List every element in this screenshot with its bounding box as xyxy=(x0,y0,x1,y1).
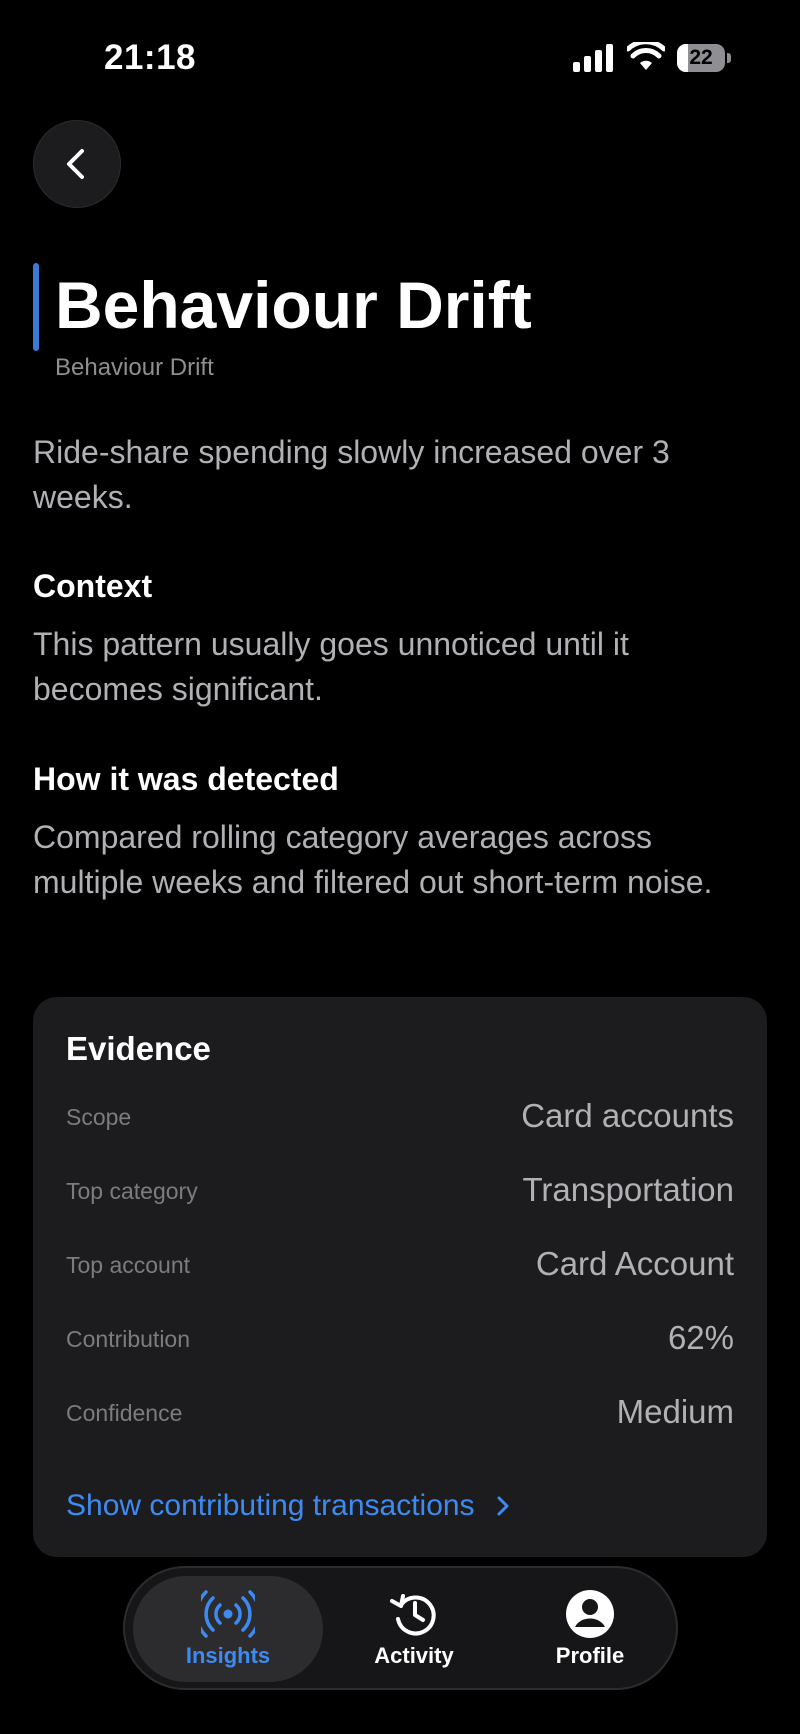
evidence-row-confidence: Confidence Medium xyxy=(66,1390,734,1440)
evidence-label: Top category xyxy=(66,1178,198,1204)
detection-body: Compared rolling category averages acros… xyxy=(33,819,713,900)
person-circle-icon xyxy=(566,1590,614,1638)
chevron-left-icon xyxy=(67,149,84,179)
page-title: Behaviour Drift xyxy=(55,268,532,342)
evidence-card: Evidence Scope Card accounts Top categor… xyxy=(33,997,767,1557)
evidence-title: Evidence xyxy=(66,1030,211,1067)
tab-label: Insights xyxy=(185,1643,271,1668)
evidence-label: Confidence xyxy=(66,1400,183,1426)
history-clock-icon xyxy=(390,1594,436,1636)
broadcast-icon xyxy=(201,1590,255,1638)
evidence-row-top-account: Top account Card Account xyxy=(66,1242,734,1292)
evidence-row-top-category: Top category Transportation xyxy=(66,1168,734,1218)
evidence-row-contribution: Contribution 62% xyxy=(66,1316,734,1366)
status-time: 21:18 xyxy=(104,38,197,77)
evidence-value: Transportation xyxy=(522,1171,734,1208)
battery-icon: 22 xyxy=(677,44,725,72)
evidence-label: Top account xyxy=(66,1252,191,1278)
page-subtitle: Behaviour Drift xyxy=(55,354,214,381)
evidence-row-scope: Scope Card accounts xyxy=(66,1094,734,1144)
battery-cap xyxy=(727,53,731,63)
evidence-value: 62% xyxy=(667,1319,734,1356)
chevron-right-icon xyxy=(497,1496,509,1516)
context-heading: Context xyxy=(33,568,153,604)
detection-heading: How it was detected xyxy=(33,761,339,797)
tab-label: Activity xyxy=(374,1643,454,1668)
cellular-signal-icon xyxy=(573,44,613,72)
evidence-label: Scope xyxy=(66,1104,132,1130)
insight-summary: Ride-share spending slowly increased ove… xyxy=(33,434,670,515)
battery-level: 22 xyxy=(689,46,713,69)
tab-insights[interactable]: Insights xyxy=(133,1576,323,1682)
context-body: This pattern usually goes unnoticed unti… xyxy=(33,626,629,707)
wifi-icon xyxy=(627,42,665,70)
evidence-value: Card Account xyxy=(535,1245,734,1282)
evidence-value: Medium xyxy=(616,1393,734,1430)
tab-label: Profile xyxy=(555,1643,625,1668)
show-transactions-label: Show contributing transactions xyxy=(66,1489,475,1522)
tab-bar: Insights Activity Profile xyxy=(123,1566,678,1690)
back-button[interactable] xyxy=(33,120,121,208)
evidence-label: Contribution xyxy=(66,1326,191,1352)
show-contributing-transactions-link[interactable]: Show contributing transactions xyxy=(66,1489,513,1523)
battery-indicator: 22 xyxy=(677,44,731,72)
tab-activity[interactable]: Activity xyxy=(329,1576,499,1682)
title-accent-bar xyxy=(33,263,39,351)
evidence-value: Card accounts xyxy=(521,1097,734,1134)
tab-profile[interactable]: Profile xyxy=(505,1576,675,1682)
status-bar: 21:18 22 xyxy=(0,0,800,120)
